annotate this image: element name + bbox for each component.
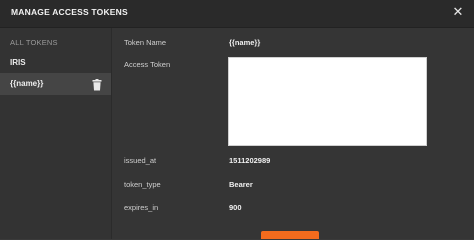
sidebar-item-label: IRIS — [10, 58, 26, 67]
token-type-label: token_type — [124, 180, 161, 189]
trash-icon[interactable] — [92, 78, 102, 91]
issued-at-value: 1511202989 — [229, 156, 271, 165]
token-type-value: Bearer — [229, 180, 253, 189]
expires-in-label: expires_in — [124, 203, 159, 212]
modal-header: MANAGE ACCESS TOKENS ✕ — [0, 0, 474, 28]
sidebar-item-label: {{name}} — [10, 79, 44, 88]
token-name-value: {{name}} — [229, 38, 261, 47]
sidebar-item-name[interactable]: {{name}} — [0, 73, 111, 95]
token-details: Token Name {{name}} Access Token issued_… — [112, 28, 474, 239]
token-name-label: Token Name — [124, 38, 167, 47]
modal-title: MANAGE ACCESS TOKENS — [11, 7, 128, 17]
expires-in-value: 900 — [229, 203, 242, 212]
sidebar-item-iris[interactable]: IRIS — [0, 52, 111, 74]
tokens-sidebar: ALL TOKENS IRIS {{name}} — [0, 28, 112, 239]
all-tokens-heading[interactable]: ALL TOKENS — [10, 38, 58, 47]
close-icon[interactable]: ✕ — [451, 5, 465, 19]
access-token-label: Access Token — [124, 60, 171, 69]
issued-at-label: issued_at — [124, 156, 157, 165]
manage-access-tokens-modal: MANAGE ACCESS TOKENS ✕ ALL TOKENS IRIS {… — [0, 0, 474, 239]
access-token-field[interactable] — [228, 57, 427, 146]
use-token-button[interactable] — [261, 231, 319, 239]
